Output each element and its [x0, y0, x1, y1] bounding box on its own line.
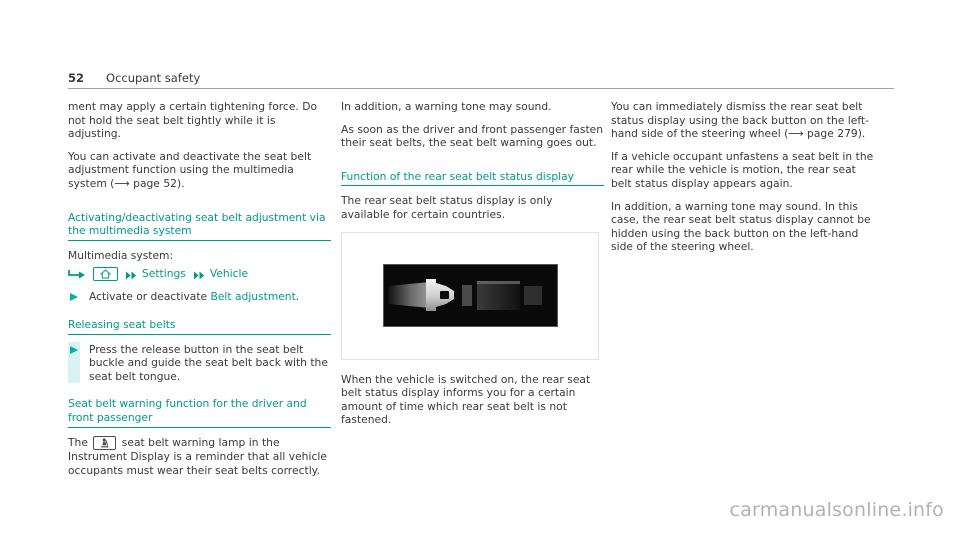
menu-item-vehicle[interactable]: Vehicle — [210, 267, 248, 281]
step-text: Press the release button in the seat bel… — [89, 342, 328, 383]
rear-seat-belt-status-display-figure — [341, 231, 599, 360]
step-activate-deactivate: Activate or deactivate Belt adjustment. — [68, 290, 331, 304]
left-paragraph-2: You can activate and deactivate the seat… — [68, 150, 331, 191]
heading-seat-belt-warning-function: Seat belt warning function for the drive… — [68, 397, 331, 428]
step-text-tail: . — [295, 290, 300, 304]
left-paragraph-2-text: You can activate and deactivate the seat… — [68, 149, 312, 190]
multimedia-system-label: Multimedia system: — [68, 248, 174, 262]
step-list-releasing: Press the release button in the seat bel… — [68, 341, 331, 384]
right-column: You can immediately dismiss the rear sea… — [611, 100, 874, 263]
heading-releasing-seat-belts: Releasing seat belts — [68, 318, 331, 335]
double-arrow-icon-2 — [193, 270, 205, 280]
step-text: Activate or deactivate — [89, 290, 211, 304]
right-paragraph-1: You can immediately dismiss the rear sea… — [611, 100, 874, 141]
display-screen — [382, 264, 558, 328]
double-arrow-icon-1 — [126, 270, 137, 280]
page-reference-52[interactable]: ⟶ page 52 — [114, 177, 177, 190]
step-list-belt-adjustment: Activate or deactivate Belt adjustment. — [68, 290, 331, 304]
middle-column: In addition, a warning tone may sound. A… — [341, 100, 604, 436]
home-icon[interactable] — [93, 267, 118, 282]
left-paragraph-2-tail: ). — [176, 176, 185, 190]
right-paragraph-2: If a vehicle occupant unfastens a seat b… — [611, 149, 874, 190]
middle-paragraph-3: The rear seat belt status display is onl… — [341, 194, 553, 221]
section-title: Occupant safety — [106, 71, 201, 85]
setting-belt-adjustment[interactable]: Belt adjustment — [211, 290, 296, 303]
left-paragraph-3-lead: The — [68, 435, 92, 449]
right-paragraph-1-tail: ). — [857, 127, 866, 141]
header-divider — [68, 88, 894, 89]
seat-belt-buckle-icon — [388, 278, 542, 311]
heading-function-rear-seat-belt-status-display: Function of the rear seat belt status di… — [341, 170, 604, 187]
middle-paragraph-1: In addition, a warning tone may sound. — [341, 100, 552, 113]
multimedia-path-block: Multimedia system: Settings Vehicle — [68, 249, 331, 283]
step-press-release-button: Press the release button in the seat bel… — [68, 341, 331, 384]
left-paragraph-1: ment may apply a certain tightening forc… — [68, 100, 318, 141]
left-column: ment may apply a certain tightening forc… — [68, 100, 331, 486]
bent-arrow-icon — [68, 269, 88, 280]
seat-belt-warning-lamp-icon — [93, 436, 117, 450]
triangle-bullet-icon — [70, 293, 78, 302]
left-paragraph-3: The seat belt warning lamp in the Instru… — [68, 436, 331, 478]
page-reference-279[interactable]: ⟶ page 279 — [788, 127, 857, 140]
triangle-bullet-icon — [70, 345, 78, 354]
middle-paragraph-4: When the vehicle is switched on, the rea… — [341, 372, 591, 427]
page-number: 52 — [68, 71, 85, 85]
menu-item-settings[interactable]: Settings — [142, 267, 186, 281]
page-header: 52 Occupant safety — [68, 71, 893, 89]
page-columns: ment may apply a certain tightening forc… — [68, 100, 894, 480]
middle-paragraph-2: As soon as the driver and front passenge… — [341, 122, 604, 150]
multimedia-path[interactable]: Settings Vehicle — [68, 266, 331, 282]
watermark: carmanualsonline.info — [729, 499, 944, 521]
heading-activating-deactivating-belt-adjustment: Activating/deactivating seat belt adjust… — [68, 211, 331, 241]
right-paragraph-3: In addition, a warning tone may sound. I… — [611, 199, 871, 254]
